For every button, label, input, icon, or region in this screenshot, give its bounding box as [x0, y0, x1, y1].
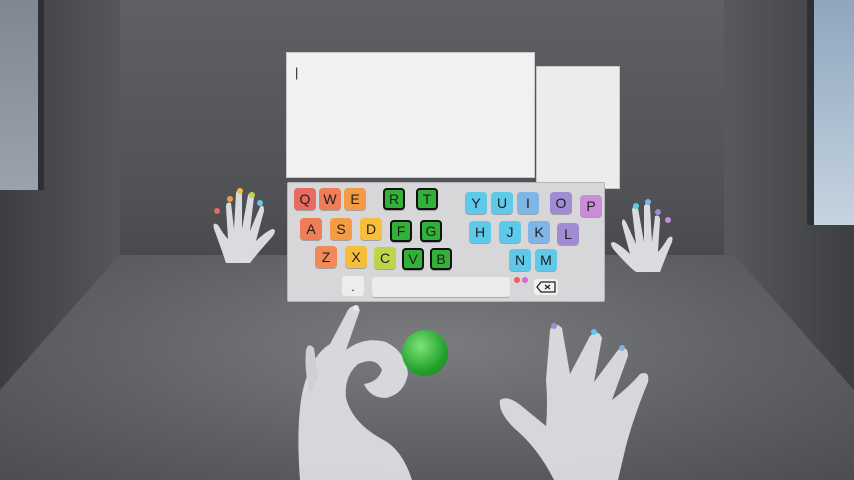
key-e[interactable]: E: [344, 188, 366, 210]
key-j[interactable]: J: [499, 221, 521, 243]
text-input-field[interactable]: |: [286, 52, 535, 178]
right-hand-ghost-icon: [611, 199, 673, 272]
key-w[interactable]: W: [319, 188, 341, 210]
key-y[interactable]: Y: [465, 192, 487, 214]
backspace-icon: [536, 281, 556, 293]
key-i[interactable]: I: [517, 192, 539, 214]
space-key[interactable]: [372, 277, 510, 297]
key-r[interactable]: R: [383, 188, 405, 210]
color-indicator: [514, 277, 528, 283]
key-k[interactable]: K: [528, 221, 550, 243]
key-l[interactable]: L: [557, 223, 579, 245]
key-f[interactable]: F: [390, 220, 412, 242]
key-d[interactable]: D: [360, 218, 382, 240]
key-q[interactable]: Q: [294, 188, 316, 210]
text-caret: |: [295, 65, 299, 80]
room-window-right: [807, 0, 854, 225]
key-v[interactable]: V: [402, 248, 424, 270]
side-panel: [536, 66, 620, 189]
right-hand-icon: [499, 323, 649, 480]
key-m[interactable]: M: [535, 249, 557, 271]
key-t[interactable]: T: [416, 188, 438, 210]
key-p[interactable]: P: [580, 195, 602, 217]
grab-sphere[interactable]: [402, 330, 448, 376]
room-window-left: [0, 0, 44, 190]
backspace-key[interactable]: [534, 279, 558, 295]
key-s[interactable]: S: [330, 218, 352, 240]
key-u[interactable]: U: [491, 192, 513, 214]
left-hand-icon: [298, 305, 412, 480]
key-x[interactable]: X: [345, 246, 367, 268]
key-z[interactable]: Z: [315, 246, 337, 268]
key-b[interactable]: B: [430, 248, 452, 270]
key-g[interactable]: G: [420, 220, 442, 242]
key-o[interactable]: O: [550, 192, 572, 214]
key-h[interactable]: H: [469, 221, 491, 243]
key-c[interactable]: C: [374, 247, 396, 269]
key-n[interactable]: N: [509, 249, 531, 271]
virtual-keyboard: . QWERT YUIOP ASDFG HJKL ZXCVB NM: [287, 182, 605, 302]
left-hand-ghost-icon: [213, 188, 275, 263]
period-key[interactable]: .: [342, 276, 364, 296]
key-a[interactable]: A: [300, 218, 322, 240]
